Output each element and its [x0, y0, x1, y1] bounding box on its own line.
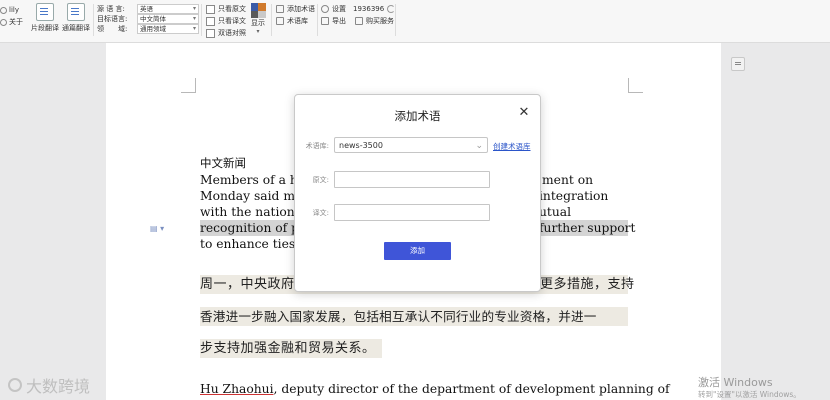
target-lang-row: 目标语言: 中文简体: [97, 14, 199, 24]
doc-line-end: integration: [539, 189, 609, 203]
segment-translate-icon: [36, 3, 54, 21]
about-label: 关于: [9, 18, 23, 26]
translation-line: 香港进一步融入国家发展，包括相互承认不同行业的专业资格，并进一: [200, 307, 628, 326]
margin-corner: [181, 78, 196, 93]
buy-service-button[interactable]: 购买服务: [355, 15, 394, 27]
credits-display: 1936396: [353, 3, 396, 15]
gear-icon: [321, 5, 329, 13]
term-base-label: 术语库: [287, 17, 308, 25]
source-lang-select[interactable]: 英语: [137, 4, 199, 14]
paragraph-marker-icon[interactable]: ▤ ▾: [150, 224, 164, 233]
domain-label: 领 域:: [97, 25, 128, 33]
create-termbase-link[interactable]: 创建术语库: [493, 141, 531, 152]
export-label: 导出: [332, 17, 346, 25]
full-translate-icon: [67, 3, 85, 21]
user-icon: [0, 6, 7, 14]
doc-line: Hu Zhaohui, deputy director of the depar…: [200, 381, 670, 397]
export-icon: [321, 17, 329, 25]
target-term-label: 译文:: [312, 209, 329, 217]
export-button[interactable]: 导出: [321, 15, 346, 27]
view-source-only-label: 只看原文: [218, 5, 246, 13]
doc-line-end: ment on: [542, 173, 594, 187]
display-swatch: [250, 3, 258, 11]
checkbox-icon: [206, 28, 215, 38]
watermark: 大数跨境: [8, 373, 90, 397]
doc-line-end: utual: [539, 205, 572, 219]
doc-line-end: further support: [539, 220, 636, 236]
segment-translate-button[interactable]: 片段翻译: [30, 3, 60, 33]
watermark-text: 大数跨境: [26, 377, 91, 396]
display-swatch: [250, 10, 258, 18]
translation-line-end: 更多措施，支持: [540, 275, 635, 294]
about-button[interactable]: 关于: [0, 16, 28, 28]
domain-value: 通用领域: [140, 25, 166, 33]
add-term-icon: [276, 5, 284, 13]
checkbox-icon: [206, 4, 215, 14]
bilingual-compare-option[interactable]: 双语对照: [206, 27, 246, 39]
translation-line: 步支持加强金融和贸易关系。: [200, 339, 382, 358]
user-area: lily 关于: [0, 4, 28, 28]
termbase-select[interactable]: news-3500 ⌄: [334, 137, 488, 153]
person-name: Hu Zhaohui: [200, 382, 274, 396]
target-lang-value: 中文简体: [140, 15, 166, 23]
activate-windows-subtitle: 转到"设置"以激活 Windows。: [698, 390, 801, 399]
source-term-input[interactable]: [334, 171, 490, 188]
margin-corner: [628, 78, 643, 93]
settings-label: 设置: [332, 5, 346, 13]
divider: [201, 4, 202, 36]
segment-translate-label: 片段翻译: [31, 24, 59, 32]
add-term-dialog: 添加术语 ✕ 术语库: news-3500 ⌄ 创建术语库 原文: 译文: 添加: [294, 94, 541, 292]
divider: [271, 4, 272, 36]
full-translate-label: 通篇翻译: [62, 24, 90, 32]
divider: [395, 4, 396, 36]
view-target-only-option[interactable]: 只看译文: [206, 15, 246, 27]
display-button[interactable]: 显示 ▾: [249, 3, 267, 35]
chevron-down-icon: ⌄: [475, 141, 483, 151]
display-swatch: [258, 10, 266, 18]
add-term-button[interactable]: 添加术语: [276, 3, 315, 15]
termbase-value: news-3500: [339, 141, 383, 150]
target-term-input[interactable]: [334, 204, 490, 221]
divider: [93, 4, 94, 36]
source-lang-value: 英语: [140, 5, 153, 13]
cart-icon: [355, 17, 363, 25]
divider: [317, 4, 318, 36]
toolbar: lily 关于 片段翻译 通篇翻译 源 语 言: 英语 目标语言: 中文简体 领…: [0, 0, 830, 43]
chevron-down-icon: ▾: [256, 28, 260, 35]
full-translate-button[interactable]: 通篇翻译: [61, 3, 91, 33]
domain-select[interactable]: 通用领域: [137, 24, 199, 34]
doc-line-rest: , deputy director of the department of d…: [273, 382, 670, 396]
user-button[interactable]: lily: [0, 4, 28, 16]
add-term-label: 添加术语: [287, 5, 315, 13]
display-swatch: [258, 3, 266, 11]
source-lang-row: 源 语 言: 英语: [97, 4, 199, 14]
buy-service-label: 购买服务: [366, 17, 394, 25]
user-name: lily: [9, 6, 19, 14]
activate-windows-title: 激活 Windows: [698, 376, 773, 389]
info-icon: [0, 18, 7, 26]
watermark-logo-icon: [8, 378, 22, 392]
termbase-label: 术语库:: [305, 142, 329, 150]
term-base-icon: [276, 17, 284, 25]
source-lang-label: 源 语 言:: [97, 5, 125, 13]
refresh-icon[interactable]: [387, 5, 396, 13]
term-base-button[interactable]: 术语库: [276, 15, 308, 27]
checkbox-icon: [206, 16, 215, 26]
display-label: 显示: [251, 19, 265, 27]
bilingual-compare-label: 双语对照: [218, 29, 246, 37]
view-target-only-label: 只看译文: [218, 17, 246, 25]
view-source-only-option[interactable]: 只看原文: [206, 3, 246, 15]
source-term-label: 原文:: [312, 176, 329, 184]
settings-button[interactable]: 设置: [321, 3, 346, 15]
side-panel-button[interactable]: [731, 57, 745, 71]
domain-row: 领 域: 通用领域: [97, 24, 199, 34]
display-icon: [250, 3, 266, 18]
close-icon[interactable]: ✕: [518, 106, 530, 119]
target-lang-select[interactable]: 中文简体: [137, 14, 199, 24]
credits-value: 1936396: [353, 5, 385, 13]
target-lang-label: 目标语言:: [97, 15, 128, 23]
dialog-title: 添加术语: [394, 109, 441, 123]
add-button[interactable]: 添加: [384, 242, 451, 260]
